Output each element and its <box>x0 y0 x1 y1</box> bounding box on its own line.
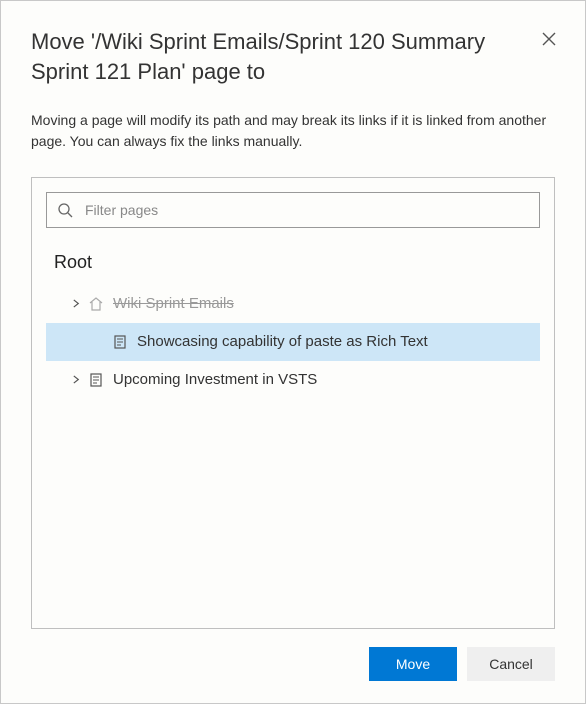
tree-item-label: Showcasing capability of paste as Rich T… <box>137 333 428 350</box>
tree-root-label: Root <box>46 248 540 285</box>
move-button[interactable]: Move <box>369 647 457 681</box>
tree-panel: Root Wiki Sprint Emails Showcasing capab… <box>31 177 555 629</box>
tree-list: Wiki Sprint Emails Showcasing capability… <box>46 285 540 399</box>
move-page-dialog: Move '/Wiki Sprint Emails/Sprint 120 Sum… <box>0 0 586 704</box>
tree-item-wiki-sprint-emails: Wiki Sprint Emails <box>46 285 540 323</box>
page-icon <box>88 372 104 388</box>
chevron-right-icon[interactable] <box>64 299 88 308</box>
search-icon <box>57 202 73 218</box>
home-icon <box>88 296 104 312</box>
close-icon[interactable] <box>541 31 557 47</box>
tree-item-label: Upcoming Investment in VSTS <box>113 371 317 388</box>
cancel-button[interactable]: Cancel <box>467 647 555 681</box>
dialog-description: Moving a page will modify its path and m… <box>31 110 555 151</box>
dialog-footer: Move Cancel <box>31 629 555 681</box>
search-box[interactable] <box>46 192 540 228</box>
dialog-title: Move '/Wiki Sprint Emails/Sprint 120 Sum… <box>31 27 525 86</box>
tree-item-label: Wiki Sprint Emails <box>113 295 234 312</box>
page-icon <box>112 334 128 350</box>
search-input[interactable] <box>83 201 529 219</box>
tree-item-showcasing-paste[interactable]: Showcasing capability of paste as Rich T… <box>46 323 540 361</box>
tree-item-upcoming-investment[interactable]: Upcoming Investment in VSTS <box>46 361 540 399</box>
chevron-right-icon[interactable] <box>64 375 88 384</box>
